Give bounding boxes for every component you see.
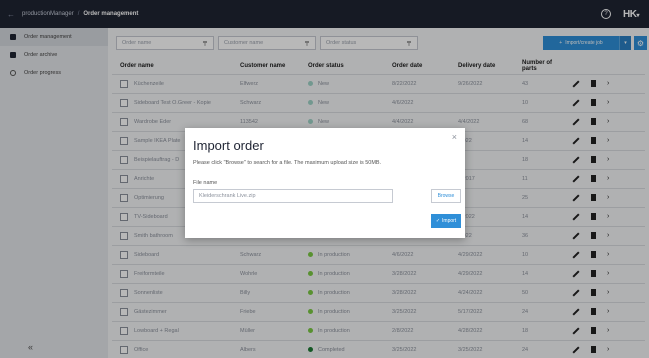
check-icon: ✓ xyxy=(435,218,441,224)
file-name-label: File name xyxy=(193,180,218,186)
file-name-field[interactable]: Kleiderschrank Live.zip xyxy=(193,189,393,203)
browse-button[interactable]: Browse xyxy=(431,189,461,203)
import-label: Import xyxy=(442,218,457,224)
close-icon[interactable]: × xyxy=(452,132,457,142)
dialog-description: Please click "Browse" to search for a fi… xyxy=(193,160,382,166)
import-order-dialog: Import order × Please click "Browse" to … xyxy=(185,128,465,238)
dialog-title: Import order xyxy=(193,138,264,153)
import-button[interactable]: ✓ Import xyxy=(431,214,461,228)
